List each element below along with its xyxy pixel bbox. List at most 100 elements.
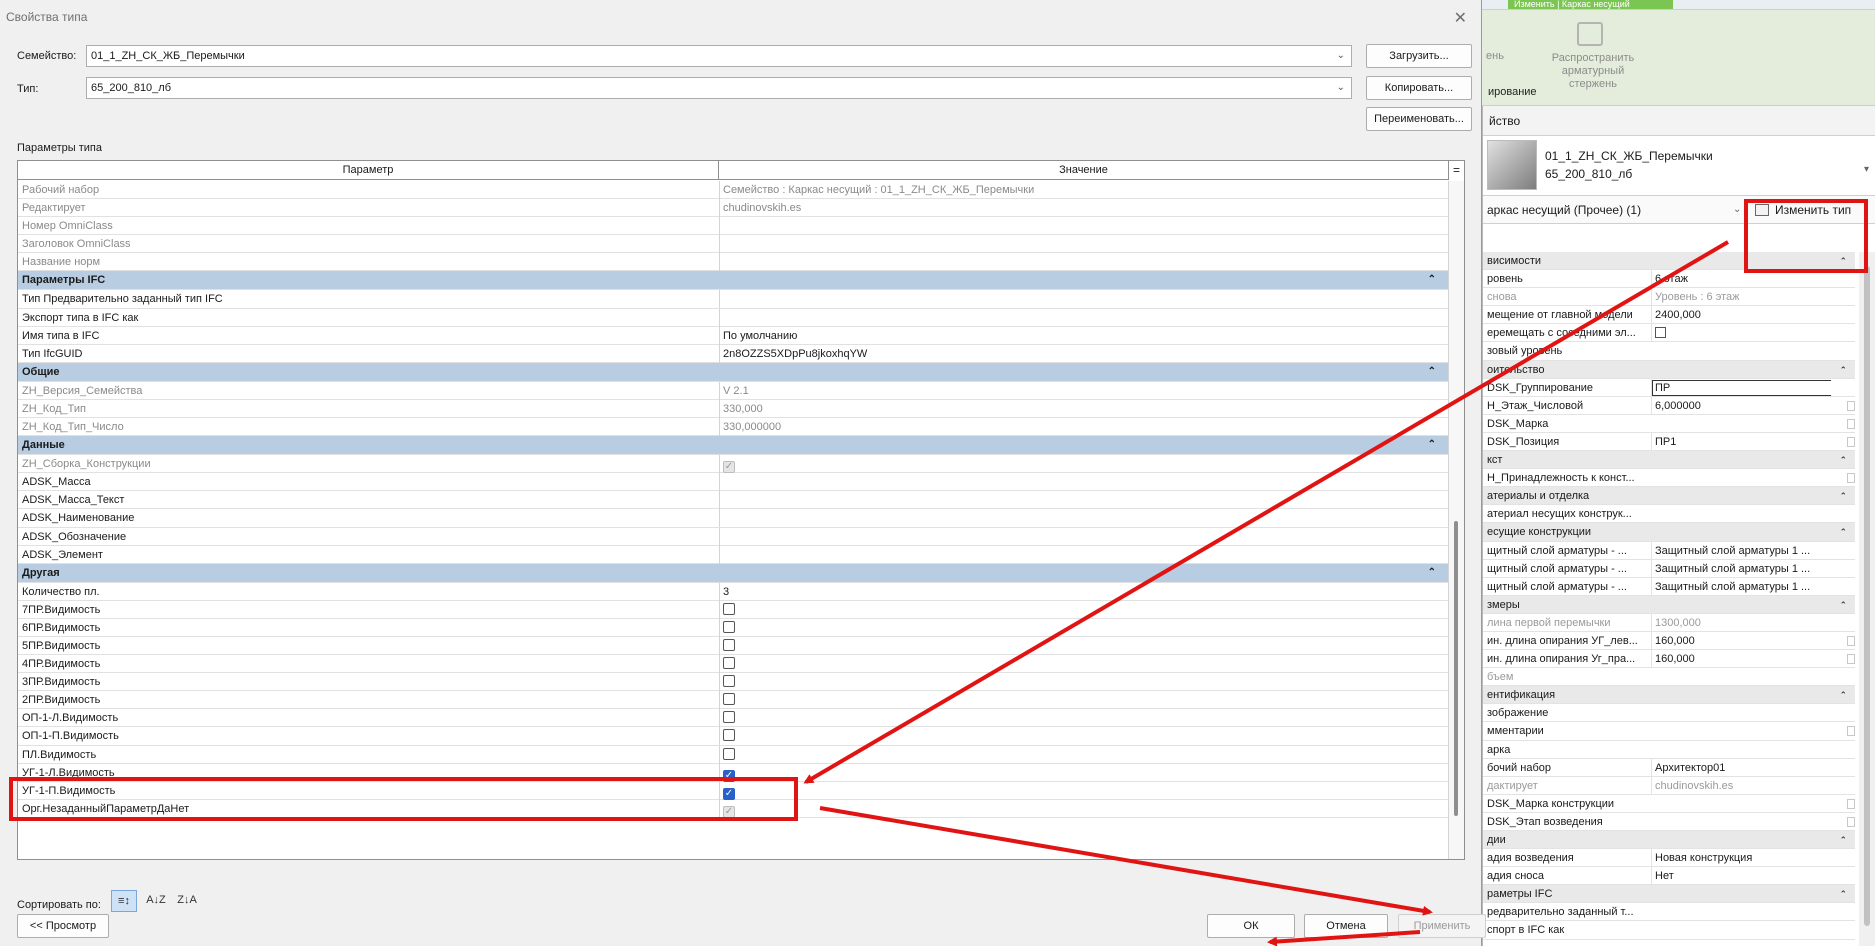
parameter-row[interactable]: Редактирует chudinovskih.es xyxy=(18,199,1448,218)
column-header-value[interactable]: Значение xyxy=(719,161,1448,180)
copy-button[interactable]: Копировать... xyxy=(1366,76,1472,100)
associate-parameter-button[interactable] xyxy=(1847,726,1855,737)
column-header-formula[interactable]: = xyxy=(1448,161,1464,180)
checkbox[interactable] xyxy=(723,711,735,724)
property-row[interactable]: мментарии xyxy=(1483,722,1855,741)
parameter-value[interactable]: chudinovskih.es xyxy=(719,199,1448,218)
property-value[interactable]: Защитный слой арматуры 1 ... xyxy=(1651,577,1831,595)
property-row[interactable]: зовый уровень xyxy=(1483,342,1855,361)
sort-az-icon[interactable]: A↓Z xyxy=(143,890,169,912)
parameter-row[interactable]: ZH_Код_Тип_Число 330,000000 xyxy=(18,418,1448,437)
parameter-value[interactable] xyxy=(719,600,1448,619)
collapse-icon[interactable]: ⌃ xyxy=(1839,596,1847,613)
checkbox[interactable] xyxy=(723,729,735,742)
property-row[interactable]: ин. длина опирания Уг_пра... 160,000 xyxy=(1483,650,1855,669)
parameter-row[interactable]: Номер OmniClass xyxy=(18,217,1448,236)
checkbox[interactable] xyxy=(723,657,735,670)
collapse-icon[interactable]: ⌃ xyxy=(1839,487,1847,504)
close-icon[interactable]: ✕ xyxy=(1454,8,1467,28)
checkbox[interactable] xyxy=(723,620,735,633)
associate-parameter-button[interactable] xyxy=(1847,635,1855,646)
parameter-value[interactable] xyxy=(719,709,1448,728)
collapse-icon[interactable]: ⌃ xyxy=(1839,686,1847,703)
parameter-value[interactable] xyxy=(719,491,1448,510)
parameter-row[interactable]: ZH_Версия_Семейства V 2.1 xyxy=(18,381,1448,400)
associate-parameter-button[interactable] xyxy=(1847,473,1855,484)
parameter-row[interactable]: 3ПР.Видимость xyxy=(18,673,1448,692)
parameter-value[interactable] xyxy=(719,636,1448,655)
property-value[interactable]: 160,000 xyxy=(1651,631,1831,650)
rename-button[interactable]: Переименовать... xyxy=(1366,107,1472,131)
property-row[interactable]: атериал несущих конструк... xyxy=(1483,505,1855,524)
property-value[interactable]: Архитектор01 xyxy=(1651,758,1831,776)
property-group-header[interactable]: есущие конструкции ⌃ xyxy=(1483,523,1855,542)
parameter-value[interactable] xyxy=(719,691,1448,710)
checkbox-checked[interactable]: ✓ xyxy=(723,769,735,782)
parameter-value[interactable]: 3 xyxy=(719,582,1448,601)
collapse-icon[interactable]: ⌃ xyxy=(1428,271,1436,289)
parameter-row[interactable]: Рабочий набор Семейство : Каркас несущий … xyxy=(18,181,1448,200)
parameter-row[interactable]: Количество пл. 3 xyxy=(18,582,1448,601)
parameter-row[interactable]: ПЛ.Видимость xyxy=(18,745,1448,764)
associate-parameter-button[interactable] xyxy=(1847,654,1855,665)
parameter-row[interactable]: Тип Предварительно заданный тип IFC xyxy=(18,290,1448,309)
associate-parameter-button[interactable] xyxy=(1847,798,1855,809)
instance-filter[interactable]: аркас несущий (Прочее) (1) ⌄ Изменить ти… xyxy=(1483,196,1875,224)
parameter-row[interactable]: УГ-1-П.Видимость ✓ xyxy=(18,781,1448,800)
collapse-icon[interactable]: ⌃ xyxy=(1839,831,1847,848)
parameter-row[interactable]: Тип IfcGUID 2n8OZZS5XDpPu8jkoxhqYW xyxy=(18,344,1448,363)
parameter-value[interactable] xyxy=(719,727,1448,746)
associate-parameter-button[interactable] xyxy=(1847,436,1855,447)
parameter-value[interactable]: V 2.1 xyxy=(719,381,1448,400)
property-row[interactable]: мещение от главной модели 2400,000 xyxy=(1483,306,1855,325)
property-row[interactable]: редварительно заданный т... xyxy=(1483,903,1855,922)
parameter-row[interactable]: 2ПР.Видимость xyxy=(18,691,1448,710)
collapse-icon[interactable]: ⌃ xyxy=(1839,361,1847,378)
parameter-group-header[interactable]: Параметры IFC ⌃ xyxy=(18,271,1448,291)
parameter-row[interactable]: ADSK_Наименование xyxy=(18,509,1448,528)
chevron-down-icon[interactable]: ⌄ xyxy=(1733,196,1741,224)
parameter-value[interactable]: 330,000000 xyxy=(719,418,1448,437)
property-value[interactable]: Новая конструкция xyxy=(1651,849,1831,867)
parameter-value[interactable]: 330,000 xyxy=(719,399,1448,418)
parameter-row[interactable]: ZH_Сборка_Конструкции ✓ xyxy=(18,455,1448,474)
parameter-value[interactable] xyxy=(719,509,1448,528)
property-row[interactable]: ровень 6 этаж xyxy=(1483,270,1855,289)
parameter-value[interactable]: ✓ xyxy=(719,455,1448,474)
parameter-row[interactable]: Заголовок OmniClass xyxy=(18,235,1448,254)
property-row[interactable]: еремещать с соседними эл... xyxy=(1483,324,1855,343)
property-value[interactable] xyxy=(1651,324,1831,342)
property-row[interactable]: дактирует chudinovskih.es xyxy=(1483,776,1855,795)
parameter-row[interactable]: ZH_Код_Тип 330,000 xyxy=(18,399,1448,419)
parameter-row[interactable]: ADSK_Масса_Текст xyxy=(18,491,1448,510)
parameter-value[interactable]: Семейство : Каркас несущий : 01_1_ZH_СК_… xyxy=(719,181,1448,199)
property-row[interactable]: снова Уровень : 6 этаж xyxy=(1483,288,1855,307)
property-value[interactable]: ПР1 xyxy=(1651,432,1831,451)
parameter-value[interactable]: ✓ xyxy=(719,763,1448,782)
parameter-group-header[interactable]: Данные ⌃ xyxy=(18,436,1448,456)
property-value[interactable]: 160,000 xyxy=(1651,650,1831,668)
property-row[interactable]: зображение xyxy=(1483,704,1855,723)
parameter-row[interactable]: ADSK_Обозначение xyxy=(18,527,1448,546)
parameter-value[interactable] xyxy=(719,673,1448,692)
propagate-rebar-button[interactable]: Распространить арматурный стержень xyxy=(1538,52,1648,91)
property-group-header[interactable]: змеры ⌃ xyxy=(1483,595,1855,614)
parameter-value[interactable] xyxy=(719,655,1448,674)
property-group-header[interactable]: висимости ⌃ xyxy=(1483,252,1855,271)
property-row[interactable]: адия сноса Нет xyxy=(1483,867,1855,886)
column-header-parameter[interactable]: Параметр xyxy=(18,161,719,180)
associate-parameter-button[interactable] xyxy=(1847,418,1855,429)
contextual-tab[interactable]: Изменить | Каркас несущий xyxy=(1508,0,1673,9)
collapse-icon[interactable]: ⌃ xyxy=(1428,564,1436,582)
cancel-button[interactable]: Отмена xyxy=(1304,914,1388,938)
parameter-row[interactable]: Название норм xyxy=(18,253,1448,272)
family-select[interactable]: 01_1_ZH_СК_ЖБ_Перемычки ⌄ xyxy=(86,45,1352,67)
parameter-value[interactable]: 2n8OZZS5XDpPu8jkoxhqYW xyxy=(719,344,1448,363)
parameter-value[interactable] xyxy=(719,217,1448,236)
parameter-row[interactable]: 7ПР.Видимость xyxy=(18,600,1448,619)
property-group-header[interactable]: дии ⌃ xyxy=(1483,831,1855,850)
property-value[interactable]: 2400,000 xyxy=(1651,306,1831,324)
property-row[interactable]: DSK_Марка xyxy=(1483,415,1855,433)
property-row[interactable]: DSK_Группирование ПР xyxy=(1483,378,1855,397)
parameter-value[interactable]: ✓ xyxy=(719,799,1448,818)
